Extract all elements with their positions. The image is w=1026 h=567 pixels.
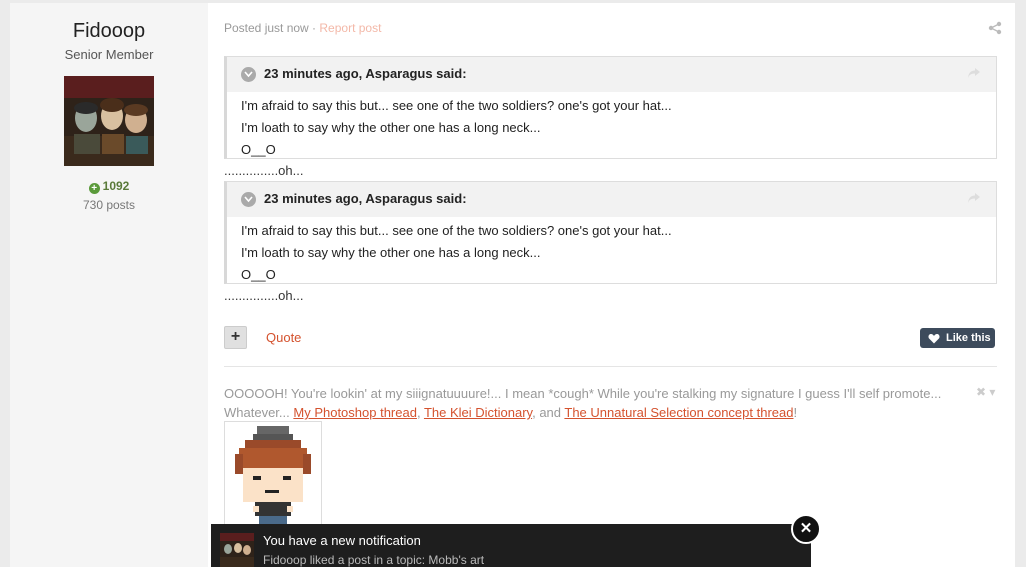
- like-button[interactable]: Like this: [920, 328, 995, 348]
- post-container: Fidooop Senior Member +1092 730 posts Po…: [10, 3, 1015, 567]
- quote-header: 23 minutes ago, Asparagus said:: [227, 182, 996, 217]
- post-count: 730 posts: [82, 198, 136, 212]
- multiquote-button[interactable]: +: [224, 326, 247, 349]
- quote-share-icon[interactable]: [967, 192, 981, 204]
- notification-toast[interactable]: You have a new notification Fidooop like…: [211, 524, 811, 567]
- quote-content: I'm afraid to say this but... see one of…: [227, 217, 996, 283]
- author-panel: Fidooop Senior Member +1092 730 posts: [10, 3, 208, 567]
- meta-separator: ·: [308, 21, 320, 35]
- unnatural-selection-link[interactable]: The Unnatural Selection concept thread: [564, 405, 793, 420]
- quote-line: O__O: [241, 267, 276, 282]
- quote-line: I'm afraid to say this but... see one of…: [241, 98, 672, 113]
- chevron-down-icon[interactable]: [241, 67, 256, 82]
- share-icon[interactable]: [988, 21, 1002, 35]
- klei-dictionary-link[interactable]: The Klei Dictionary: [424, 405, 532, 420]
- notification-body[interactable]: Fidooop liked a post in a topic: Mobb's …: [263, 553, 484, 567]
- quote-line: I'm loath to say why the other one has a…: [241, 120, 541, 135]
- quote-header: 23 minutes ago, Asparagus said:: [227, 57, 996, 92]
- plus-circle-icon: +: [88, 183, 100, 194]
- chevron-down-icon[interactable]: [241, 192, 256, 207]
- report-post-link[interactable]: Report post: [319, 21, 381, 35]
- separator: ,: [416, 405, 424, 420]
- heart-icon: [928, 334, 940, 344]
- reply-text: ...............oh...: [224, 163, 304, 178]
- notification-title: You have a new notification: [263, 533, 421, 548]
- quote-block: 23 minutes ago, Asparagus said: I'm afra…: [224, 181, 997, 284]
- signature-controls[interactable]: ✖ ▾: [976, 385, 995, 399]
- reputation-count: 1092: [102, 179, 130, 193]
- separator: , and: [532, 405, 565, 420]
- signature-image: [224, 421, 322, 531]
- avatar[interactable]: [64, 76, 154, 166]
- reputation-badge[interactable]: +1092: [10, 179, 208, 194]
- quote-citation[interactable]: 23 minutes ago, Asparagus said:: [264, 191, 467, 206]
- post-meta: Posted just now · Report post: [224, 21, 381, 35]
- reply-text: ...............oh...: [224, 288, 304, 303]
- quote-citation[interactable]: 23 minutes ago, Asparagus said:: [264, 66, 467, 81]
- quote-share-icon[interactable]: [967, 67, 981, 79]
- quote-line: O__O: [241, 142, 276, 157]
- author-title: Senior Member: [64, 47, 154, 62]
- post-time[interactable]: Posted just now: [224, 21, 309, 35]
- quote-line: I'm loath to say why the other one has a…: [241, 245, 541, 260]
- divider: [224, 366, 997, 367]
- photoshop-thread-link[interactable]: My Photoshop thread: [293, 405, 417, 420]
- signature: OOOOOH! You're lookin' at my siiignatuuu…: [224, 384, 964, 422]
- like-label: Like this: [946, 332, 991, 344]
- quote-content: I'm afraid to say this but... see one of…: [227, 92, 996, 158]
- quote-line: I'm afraid to say this but... see one of…: [241, 223, 672, 238]
- quote-block: 23 minutes ago, Asparagus said: I'm afra…: [224, 56, 997, 159]
- author-name[interactable]: Fidooop: [10, 20, 208, 43]
- quote-button[interactable]: Quote: [266, 330, 301, 345]
- signature-end: !: [793, 405, 798, 420]
- close-icon[interactable]: ✕: [791, 514, 821, 544]
- notification-avatar: [220, 533, 254, 567]
